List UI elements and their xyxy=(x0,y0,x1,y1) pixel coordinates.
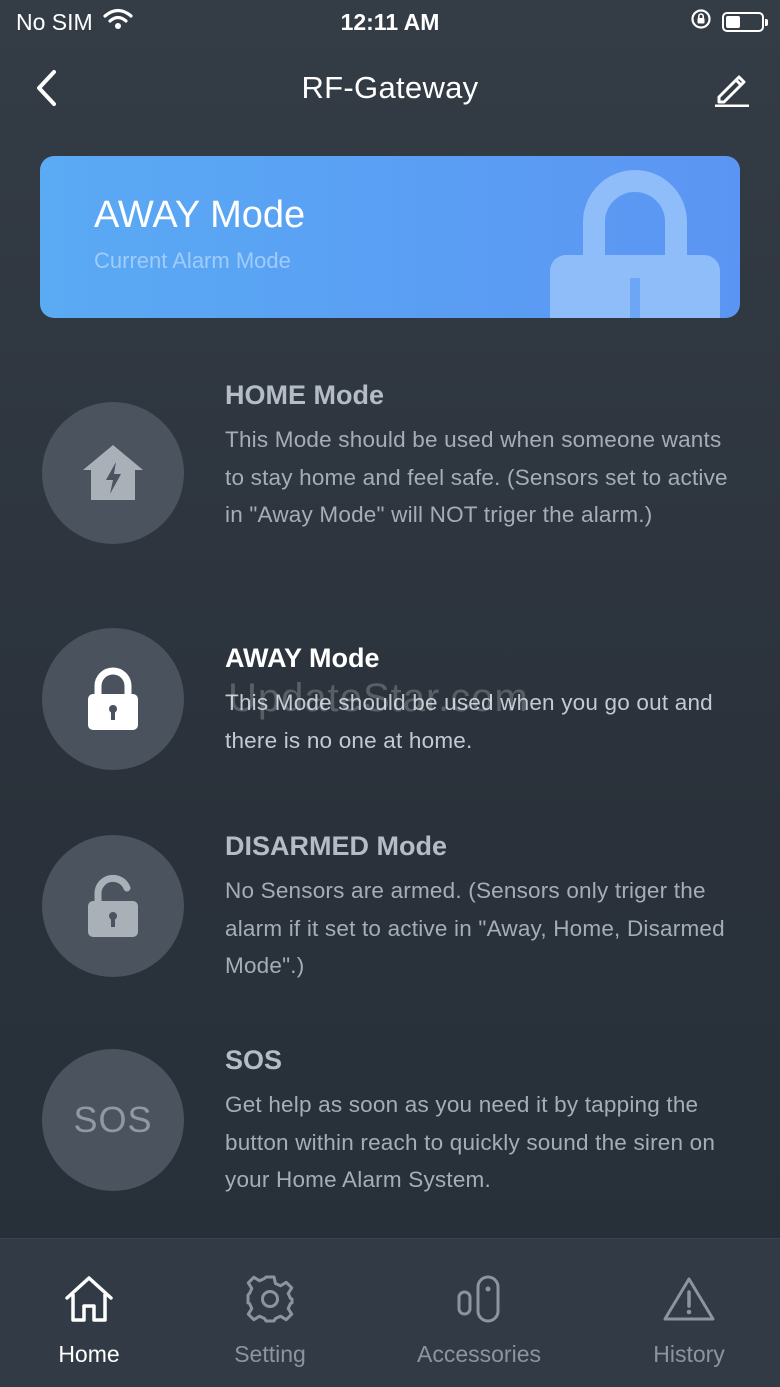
disarmed-mode-button[interactable] xyxy=(42,835,184,977)
nav-bar: RF-Gateway xyxy=(0,52,780,124)
page-title: RF-Gateway xyxy=(301,70,479,105)
screen: No SIM 12:11 AM RF-Gateway AWAY Mode Cur… xyxy=(0,0,780,1387)
mode-title: SOS xyxy=(225,1045,283,1075)
mode-title: DISARMED Mode xyxy=(225,831,447,861)
unlock-icon xyxy=(88,874,138,937)
home-mode-button[interactable] xyxy=(42,402,184,544)
back-button[interactable] xyxy=(28,68,64,108)
current-mode-card: AWAY Mode Current Alarm Mode xyxy=(40,156,740,318)
mode-title: AWAY Mode xyxy=(225,643,380,673)
current-mode-subtitle: Current Alarm Mode xyxy=(94,248,291,273)
lock-watermark-icon xyxy=(550,170,720,318)
tab-label: Setting xyxy=(234,1341,306,1367)
away-mode-button[interactable] xyxy=(42,628,184,770)
battery-icon xyxy=(722,12,768,32)
status-left: No SIM xyxy=(16,8,133,36)
mode-description: No Sensors are armed. (Sensors only trig… xyxy=(225,878,725,978)
tab-bar: Home Setting Accessories History xyxy=(0,1238,780,1387)
mode-title: HOME Mode xyxy=(225,380,384,410)
pencil-icon xyxy=(715,75,749,107)
tab-accessories[interactable]: Accessories xyxy=(400,1239,558,1387)
tab-history[interactable]: History xyxy=(634,1239,744,1387)
tab-setting[interactable]: Setting xyxy=(210,1239,330,1387)
accessories-icon xyxy=(451,1271,507,1327)
orientation-lock-icon xyxy=(690,8,712,36)
mode-description: Get help as soon as you need it by tappi… xyxy=(225,1092,716,1192)
status-right xyxy=(690,8,768,36)
lock-icon xyxy=(88,667,138,730)
wifi-icon xyxy=(103,8,133,36)
mode-description: This Mode should be used when someone wa… xyxy=(225,427,728,527)
sos-icon-label: SOS xyxy=(73,1099,153,1140)
warning-icon xyxy=(661,1271,717,1327)
current-mode-title: AWAY Mode xyxy=(94,194,306,236)
home-bolt-icon xyxy=(83,445,143,500)
gear-icon xyxy=(242,1271,298,1327)
status-bar: No SIM 12:11 AM xyxy=(0,0,780,44)
carrier-label: No SIM xyxy=(16,8,93,35)
sos-button[interactable]: SOS xyxy=(42,1049,184,1191)
home-icon xyxy=(61,1271,117,1327)
edit-button[interactable] xyxy=(712,68,752,108)
tab-label: Home xyxy=(58,1341,120,1367)
tab-label: Accessories xyxy=(417,1341,541,1367)
tab-label: History xyxy=(653,1341,725,1367)
chevron-left-icon xyxy=(37,70,56,106)
tab-home[interactable]: Home xyxy=(36,1239,142,1387)
mode-description: This Mode should be used when you go out… xyxy=(225,690,713,753)
